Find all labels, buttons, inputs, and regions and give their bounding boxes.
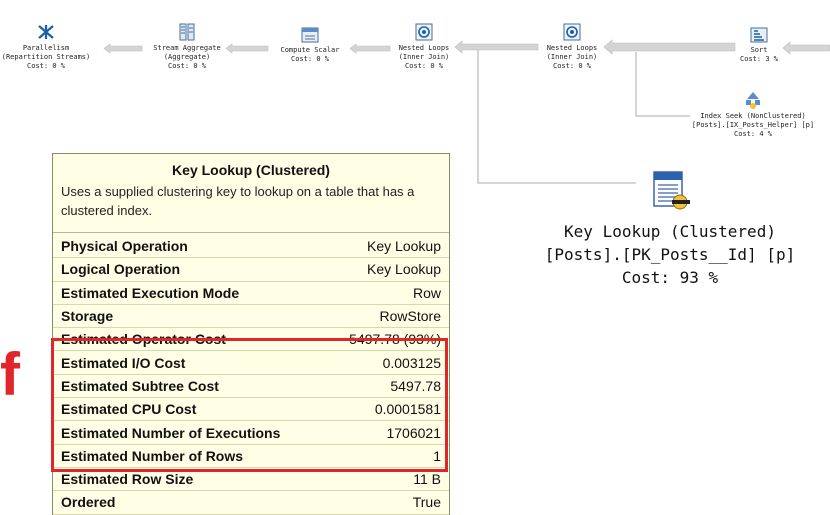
- property-name: Estimated Subtree Cost: [61, 377, 219, 394]
- property-value: Key Lookup: [367, 238, 441, 255]
- op-cost: Cost: 0 %: [291, 55, 329, 63]
- property-value: 11 B: [413, 471, 441, 488]
- parallelism-icon: [38, 25, 54, 39]
- property-name: Estimated I/O Cost: [61, 354, 186, 371]
- property-name: Estimated Number of Rows: [61, 447, 244, 464]
- nested-loops-icon: [563, 23, 581, 41]
- property-value: 1: [433, 447, 441, 464]
- annotation-mark: f: [0, 341, 20, 408]
- op-parallelism[interactable]: Parallelism (Repartition Streams) Cost: …: [0, 22, 92, 71]
- property-name: Physical Operation: [61, 238, 188, 255]
- op-cost: Cost: 3 %: [740, 55, 778, 63]
- op-sublabel: (Inner Join): [398, 53, 450, 61]
- op-label: Nested Loops: [398, 44, 450, 52]
- property-row: Logical Operation Key Lookup: [53, 258, 449, 282]
- op-cost: Cost: 0 %: [27, 62, 65, 70]
- op-compute-scalar[interactable]: Compute Scalar Cost: 0 %: [266, 26, 354, 64]
- property-name: Ordered: [61, 494, 116, 511]
- compute-scalar-icon: [301, 27, 319, 43]
- op-sort[interactable]: Sort Cost: 3 %: [734, 26, 784, 64]
- tooltip-title: Key Lookup (Clustered): [172, 162, 330, 178]
- op-sublabel: (Inner Join): [546, 53, 598, 61]
- property-value: 0.003125: [382, 354, 441, 371]
- key-lookup-object: [Posts].[PK_Posts__Id] [p]: [544, 245, 796, 264]
- property-value: Row: [412, 284, 441, 301]
- op-cost: Cost: 4 %: [734, 130, 772, 138]
- property-row: Storage RowStore: [53, 305, 449, 329]
- property-name: Estimated Operator Cost: [61, 331, 226, 348]
- property-row: Ordered True: [53, 491, 449, 515]
- op-key-lookup[interactable]: Key Lookup (Clustered) [Posts].[PK_Posts…: [500, 168, 830, 289]
- property-name: Estimated Number of Executions: [61, 424, 281, 441]
- property-value: RowStore: [379, 308, 441, 325]
- property-row: Estimated CPU Cost 0.0001581: [53, 398, 449, 422]
- arrow-compute-to-aggregate: [225, 43, 269, 54]
- op-nested-loops-1[interactable]: Nested Loops (Inner Join) Cost: 0 %: [390, 22, 458, 71]
- property-value: 5497.78: [390, 377, 441, 394]
- arrow-nl2-to-nl1: [454, 40, 539, 54]
- op-label: Stream Aggregate: [153, 44, 221, 52]
- key-lookup-icon: [653, 171, 690, 210]
- op-nested-loops-2[interactable]: Nested Loops (Inner Join) Cost: 0 %: [536, 22, 608, 71]
- property-name: Storage: [61, 308, 114, 325]
- op-sublabel: [Posts].[IX_Posts_Helper] [p]: [691, 121, 815, 129]
- tooltip-description: Uses a supplied clustering key to lookup…: [61, 184, 415, 218]
- op-cost: Cost: 0 %: [168, 62, 206, 70]
- property-value: Key Lookup: [367, 261, 441, 278]
- op-sublabel: (Aggregate): [163, 53, 211, 61]
- tooltip-properties: Physical Operation Key Lookup Logical Op…: [53, 235, 449, 515]
- op-label: Parallelism: [22, 44, 70, 52]
- key-lookup-title: Key Lookup (Clustered): [564, 222, 776, 241]
- property-row: Estimated Subtree Cost 5497.78: [53, 375, 449, 399]
- property-row: Estimated Number of Rows 1: [53, 445, 449, 468]
- property-name: Logical Operation: [61, 261, 181, 278]
- op-cost: Cost: 0 %: [405, 62, 443, 70]
- op-cost: Cost: 0 %: [553, 62, 591, 70]
- op-label: Compute Scalar: [280, 46, 340, 54]
- property-value: True: [412, 494, 441, 511]
- op-label: Index Seek (NonClustered): [700, 112, 806, 120]
- arrow-aggregate-to-parallelism: [103, 43, 143, 54]
- op-stream-aggregate[interactable]: Stream Aggregate (Aggregate) Cost: 0 %: [142, 22, 232, 71]
- index-seek-icon: [746, 92, 760, 109]
- property-row: Estimated Execution Mode Row: [53, 282, 449, 305]
- property-value: 5497.78 (93%): [349, 331, 441, 348]
- property-name: Estimated Execution Mode: [61, 284, 240, 301]
- property-value: 1706021: [386, 424, 441, 441]
- op-sublabel: (Repartition Streams): [1, 53, 91, 61]
- op-label: Nested Loops: [546, 44, 598, 52]
- key-lookup-cost: Cost: 93 %: [621, 268, 719, 287]
- arrow-sort-to-nl2: [603, 39, 736, 55]
- property-row: Physical Operation Key Lookup: [53, 235, 449, 259]
- operator-tooltip: Key Lookup (Clustered) Uses a supplied c…: [52, 153, 450, 515]
- stream-aggregate-icon: [179, 23, 195, 41]
- property-name: Estimated Row Size: [61, 471, 194, 488]
- property-row: Estimated Operator Cost 5497.78 (93%): [53, 328, 449, 352]
- arrow-nl1-to-compute: [349, 43, 391, 54]
- op-label: Sort: [750, 46, 768, 54]
- property-row: Estimated Number of Executions 1706021: [53, 421, 449, 445]
- tooltip-divider: [53, 232, 449, 233]
- nested-loops-icon: [415, 23, 433, 41]
- property-name: Estimated CPU Cost: [61, 401, 197, 418]
- property-row: Estimated I/O Cost 0.003125: [53, 351, 449, 375]
- sort-icon: [750, 27, 768, 43]
- arrow-right-to-sort: [782, 41, 830, 55]
- property-value: 0.0001581: [374, 401, 441, 418]
- op-index-seek[interactable]: Index Seek (NonClustered) [Posts].[IX_Po…: [680, 90, 826, 139]
- property-row: Estimated Row Size 11 B: [53, 468, 449, 492]
